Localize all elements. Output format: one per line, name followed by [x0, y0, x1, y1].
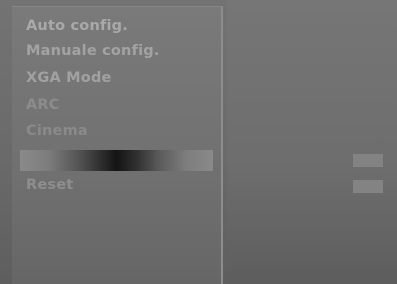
preview-block: [353, 154, 383, 167]
preview-block: [353, 180, 383, 193]
menu-item-selected[interactable]: [20, 150, 213, 171]
menu-item-reset[interactable]: Reset: [26, 177, 73, 193]
menu-item-auto-config[interactable]: Auto config.: [26, 18, 128, 34]
menu-item-xga-mode[interactable]: XGA Mode: [26, 70, 112, 86]
menu-item-arc[interactable]: ARC: [26, 97, 60, 113]
preview-area: [227, 0, 397, 284]
settings-menu: Auto config. Manuale config. XGA Mode AR…: [12, 6, 223, 284]
menu-item-manual-config[interactable]: Manuale config.: [26, 43, 160, 59]
tv-screen: Auto config. Manuale config. XGA Mode AR…: [0, 0, 397, 284]
menu-item-cinema[interactable]: Cinema: [26, 123, 88, 139]
